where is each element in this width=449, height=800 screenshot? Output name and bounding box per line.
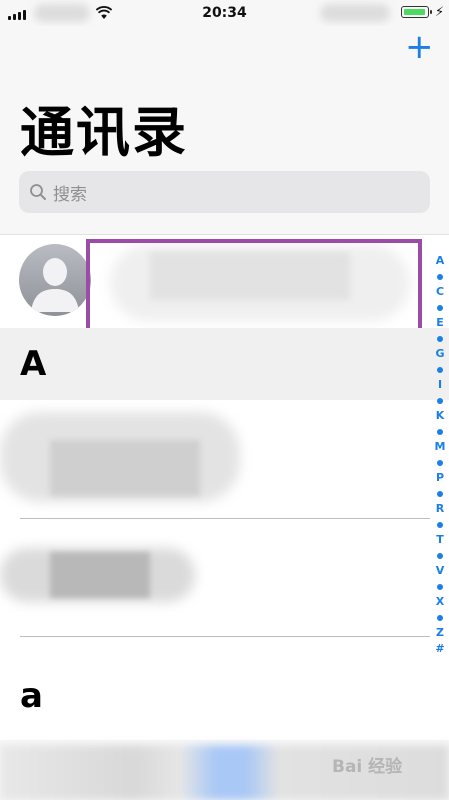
avatar [19, 244, 91, 316]
index-letter[interactable]: K [431, 409, 449, 422]
add-contact-button[interactable]: + [405, 30, 434, 64]
status-bar: 20:34 ⚡ [0, 0, 449, 26]
index-dot[interactable] [437, 273, 443, 280]
status-right-blurred [320, 4, 390, 22]
highlight-frame [86, 239, 422, 335]
page-title: 通讯录 [20, 101, 188, 164]
search-placeholder: 搜索 [53, 184, 87, 205]
index-letter[interactable]: T [431, 533, 449, 546]
index-letter[interactable]: I [431, 378, 449, 391]
search-icon [30, 184, 46, 200]
watermark: Bai 经验 [332, 757, 403, 777]
index-dot[interactable] [437, 366, 443, 373]
person-silhouette-icon [31, 258, 79, 312]
index-dot[interactable] [437, 490, 443, 497]
index-letter[interactable]: P [431, 471, 449, 484]
index-dot[interactable] [437, 552, 443, 559]
index-letter[interactable]: C [431, 285, 449, 298]
index-dot[interactable] [437, 521, 443, 528]
index-letter[interactable]: E [431, 316, 449, 329]
section-letter: a [20, 676, 43, 716]
row-separator [20, 518, 430, 519]
charging-icon: ⚡ [435, 5, 445, 20]
index-letter[interactable]: # [431, 642, 449, 655]
index-dot[interactable] [437, 397, 443, 404]
section-letter: A [20, 344, 47, 384]
index-dot[interactable] [437, 583, 443, 590]
index-letter[interactable]: V [431, 564, 449, 577]
index-letter[interactable]: X [431, 595, 449, 608]
index-dot[interactable] [437, 459, 443, 466]
index-letter[interactable]: M [431, 440, 449, 453]
row-separator [20, 636, 430, 637]
index-dot[interactable] [437, 428, 443, 435]
contact-name-blurred-inner [50, 552, 150, 598]
contact-name-blurred-inner [50, 440, 200, 496]
index-letter[interactable]: R [431, 502, 449, 515]
index-letter[interactable]: Z [431, 626, 449, 639]
index-letter[interactable]: G [431, 347, 449, 360]
index-dot[interactable] [437, 304, 443, 311]
index-dot[interactable] [437, 614, 443, 621]
index-dot[interactable] [437, 335, 443, 342]
section-header-a [0, 328, 449, 400]
battery-icon [401, 6, 432, 18]
search-input[interactable]: 搜索 [19, 171, 430, 213]
index-letter[interactable]: A [431, 254, 449, 267]
